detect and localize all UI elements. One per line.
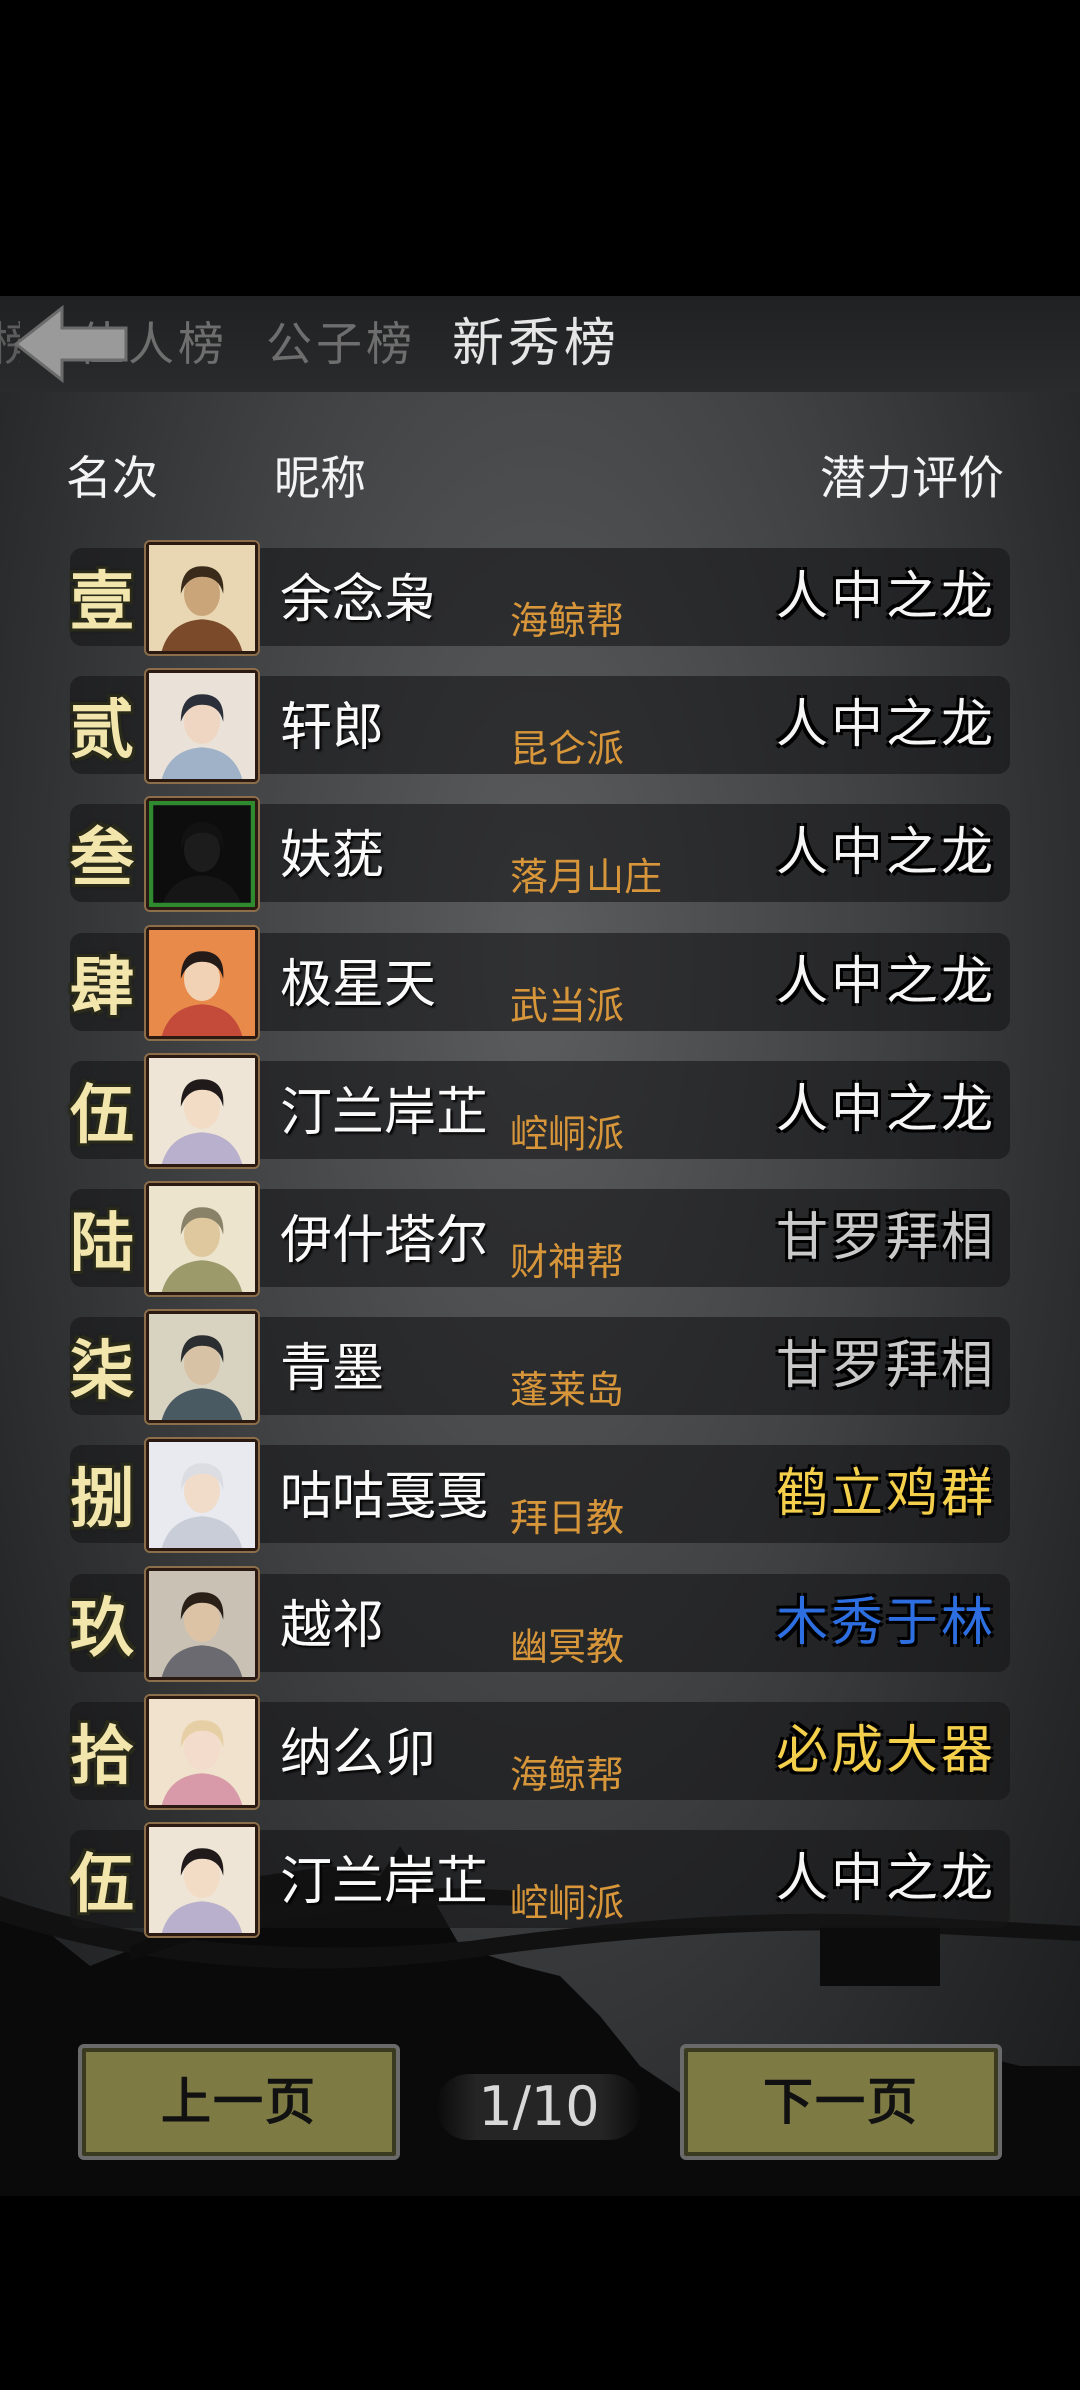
player-nickname: 青墨 <box>280 1339 385 1400</box>
player-nickname: 汀兰岸芷 <box>280 1082 489 1143</box>
ranking-panel: 榜 佳人榜 公子榜 新秀榜 名次 昵称 潜力评价 壹余念枭海鲸帮人中之龙贰轩郎昆… <box>0 296 1080 2196</box>
ranking-row[interactable]: 伍 汀兰岸芷 崆峒派 人中之龙 <box>66 1054 1010 1171</box>
lady-avatar[interactable] <box>146 1054 258 1167</box>
ranking-row[interactable]: 贰 轩郎 昆仑派 人中之龙 <box>66 670 1010 786</box>
potential-rating: 人中之龙 <box>775 567 996 627</box>
next-page-button[interactable]: 下一页 <box>680 2044 1002 2160</box>
potential-rating: 人中之龙 <box>775 823 996 884</box>
ranking-row[interactable]: 叁 妋莸 落月山庄 人中之龙 <box>66 798 1010 914</box>
potential-rating: 木秀于林 <box>775 1592 996 1653</box>
tab-newcomer-ranking[interactable]: 新秀榜 <box>452 314 620 374</box>
ranking-row[interactable]: 肆 极星天 武当派 人中之龙 <box>66 926 1010 1043</box>
sect-name: 崆峒派 <box>510 1111 625 1156</box>
column-header-potential: 潜力评价 <box>820 451 1004 505</box>
player-nickname: 妋莸 <box>280 826 385 887</box>
player-nickname: 余念枭 <box>280 570 437 630</box>
shadow-avatar[interactable] <box>146 798 258 911</box>
potential-rating: 人中之龙 <box>775 951 996 1012</box>
potential-rating: 必成大器 <box>775 1720 996 1781</box>
masked-swordsman-avatar[interactable] <box>146 1311 258 1424</box>
sect-name: 财神帮 <box>510 1240 625 1284</box>
rank-numeral: 肆 <box>70 949 134 1025</box>
rank-numeral: 壹 <box>70 565 134 640</box>
rank-numeral: 柒 <box>70 1334 134 1410</box>
page-indicator: 1/10 <box>436 2074 642 2140</box>
sect-name: 拜日教 <box>510 1496 625 1541</box>
sect-name: 崆峒派 <box>510 1881 625 1925</box>
sect-name: 武当派 <box>510 983 625 1028</box>
ranking-row[interactable]: 伍 汀兰岸芷 崆峒派 人中之龙 <box>66 1824 1010 1940</box>
player-nickname: 极星天 <box>280 954 437 1015</box>
sect-name: 蓬莱岛 <box>510 1368 625 1413</box>
sect-name: 幽冥教 <box>510 1624 625 1669</box>
potential-rating: 甘罗拜相 <box>775 1336 996 1397</box>
rank-numeral: 陆 <box>70 1206 134 1281</box>
tab-gongzi-ranking[interactable]: 公子榜 <box>266 314 416 374</box>
ranking-row[interactable]: 拾 纳么卯 海鲸帮 必成大器 <box>66 1695 1010 1812</box>
ranking-row[interactable]: 玖 越祁 幽冥教 木秀于林 <box>66 1567 1010 1684</box>
player-nickname: 越祁 <box>280 1595 385 1656</box>
lady-avatar[interactable] <box>146 1824 258 1936</box>
potential-rating: 人中之龙 <box>775 695 996 756</box>
swordswoman-avatar[interactable] <box>146 670 258 783</box>
bearded-warrior-avatar[interactable] <box>146 542 258 654</box>
potential-rating: 鹤立鸡群 <box>775 1464 996 1525</box>
rank-numeral: 拾 <box>70 1718 134 1794</box>
ranking-row[interactable]: 壹 余念枭 海鲸帮 人中之龙 <box>66 542 1010 658</box>
potential-rating: 人中之龙 <box>775 1849 996 1909</box>
rank-numeral: 贰 <box>70 693 134 769</box>
ranking-row[interactable]: 捌 咕咕戛戛 拜日教 鹤立鸡群 <box>66 1439 1010 1555</box>
rank-numeral: 伍 <box>70 1847 134 1922</box>
sect-name: 海鲸帮 <box>510 599 625 643</box>
player-nickname: 轩郎 <box>280 698 385 759</box>
potential-rating: 人中之龙 <box>775 1079 996 1140</box>
elder-monk-avatar[interactable] <box>146 1183 258 1295</box>
sect-name: 海鲸帮 <box>510 1752 625 1797</box>
pigtail-girl-avatar[interactable] <box>146 1695 258 1808</box>
sect-name: 落月山庄 <box>510 855 663 900</box>
player-nickname: 咕咕戛戛 <box>280 1467 489 1528</box>
column-header-rank: 名次 <box>66 451 158 505</box>
column-header-nickname: 昵称 <box>274 451 366 505</box>
ranking-row[interactable]: 柒 青墨 蓬莱岛 甘罗拜相 <box>66 1311 1010 1427</box>
ranking-row[interactable]: 陆 伊什塔尔 财神帮 甘罗拜相 <box>66 1183 1010 1299</box>
player-nickname: 汀兰岸芷 <box>280 1852 489 1912</box>
player-nickname: 纳么卯 <box>280 1723 437 1784</box>
rank-numeral: 捌 <box>70 1462 134 1538</box>
tab-bar: 榜 佳人榜 公子榜 新秀榜 <box>0 296 1080 392</box>
potential-rating: 甘罗拜相 <box>775 1208 996 1268</box>
back-arrow-icon[interactable] <box>10 304 130 384</box>
player-nickname: 伊什塔尔 <box>280 1211 489 1271</box>
rank-numeral: 伍 <box>70 1077 134 1153</box>
rank-numeral: 玖 <box>70 1590 134 1666</box>
previous-page-button[interactable]: 上一页 <box>78 2044 400 2160</box>
white-haired-avatar[interactable] <box>146 1439 258 1552</box>
sect-name: 昆仑派 <box>510 727 625 772</box>
young-scholar-avatar[interactable] <box>146 1567 258 1680</box>
rank-numeral: 叁 <box>70 821 134 897</box>
fire-maiden-avatar[interactable] <box>146 926 258 1039</box>
